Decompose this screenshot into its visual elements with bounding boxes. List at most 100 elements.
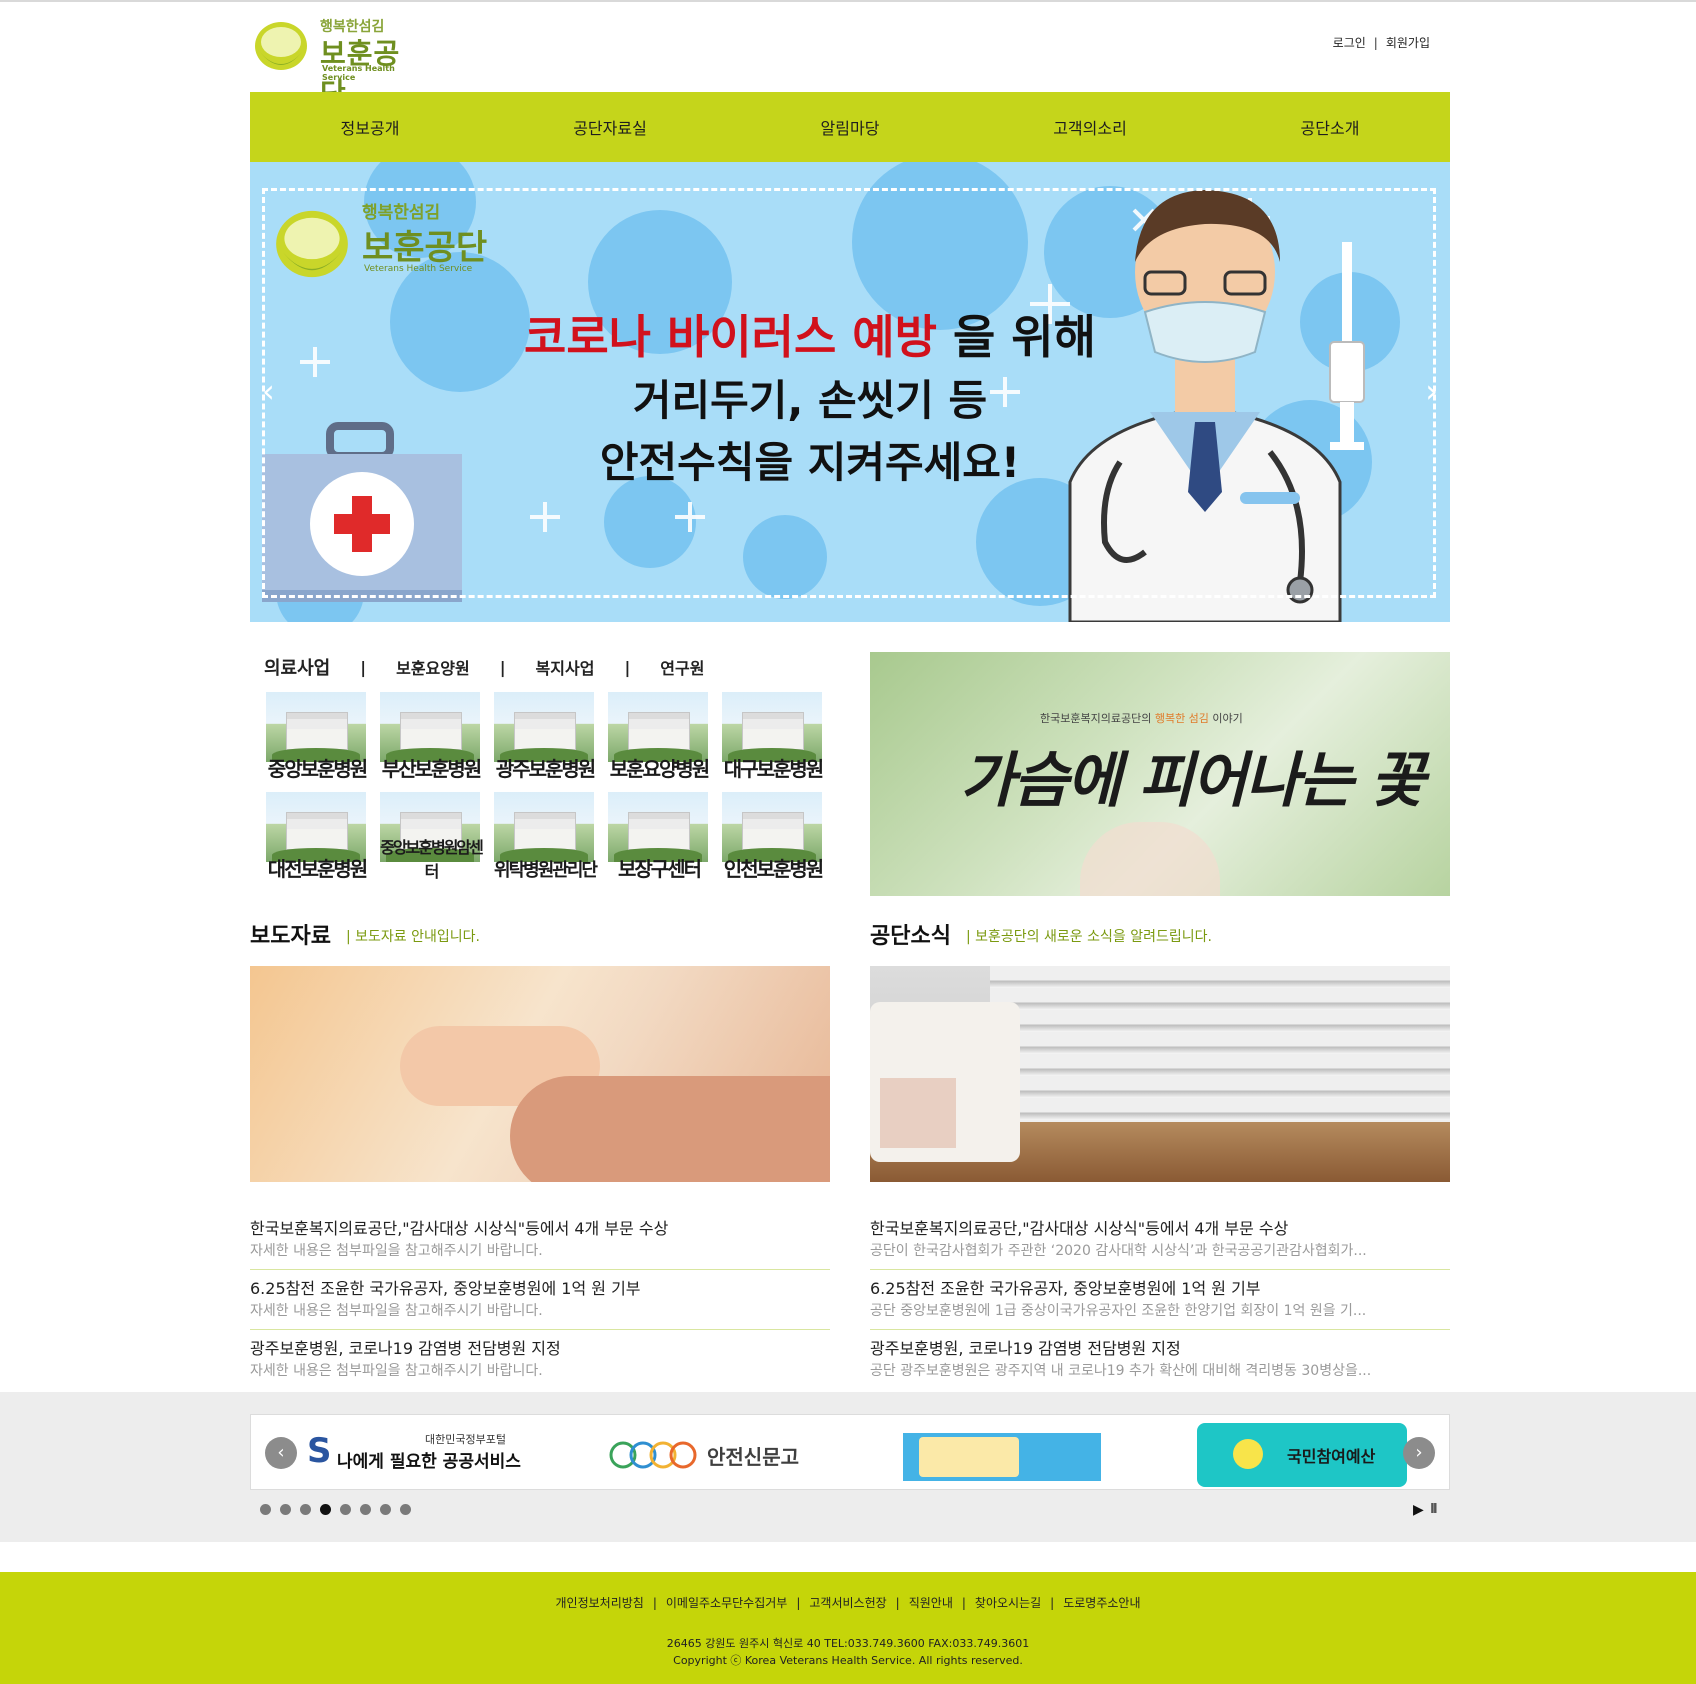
site-logo[interactable]: 행복한섬김 보훈공단 Veterans Health Service xyxy=(252,16,422,110)
partner-banner-campaign[interactable] xyxy=(903,1423,1101,1483)
hospital-card[interactable]: 대구보훈병원 xyxy=(716,688,830,788)
tab-welfare[interactable]: 복지사업 xyxy=(536,655,595,679)
partner-text: 안전신문고 xyxy=(707,1445,799,1469)
hero-banner: 행복한섬김 보훈공단 Veterans Health Service 코로나 바… xyxy=(250,162,1450,622)
press-item[interactable]: 한국보훈복지의료공단,"감사대상 시상식"등에서 4개 부문 수상 자세한 내용… xyxy=(250,1210,830,1270)
slider-next-button[interactable]: › xyxy=(1403,1437,1435,1469)
flower-title: 가슴에 피어나는 꽃 xyxy=(960,746,1425,816)
news-item-desc: 공단 중앙보훈병원에 1급 중상이국가유공자인 조윤한 한양기업 회장이 1억 … xyxy=(870,1303,1367,1319)
footer-links: 개인정보처리방침 | 이메일주소무단수집거부 | 고객서비스헌장 | 직원안내 | 찾아오시는길… xyxy=(0,1594,1696,1611)
press-item[interactable]: 광주보훈병원, 코로나19 감염병 전담병원 지정 자세한 내용은 첨부파일을 … xyxy=(250,1330,830,1390)
partner-text: 국민참여예산 xyxy=(1287,1447,1376,1466)
news-item[interactable]: 광주보훈병원, 코로나19 감염병 전담병원 지정 공단 광주보훈병원은 광주지… xyxy=(870,1330,1450,1390)
footer-link-staff[interactable]: 직원안내 xyxy=(909,1594,953,1611)
tab-medical[interactable]: 의료사업 xyxy=(264,654,330,680)
footer-link-directions[interactable]: 찾아오시는길 xyxy=(975,1594,1041,1611)
news-item-desc: 공단이 한국감사협회가 주관한 ‘2020 감사대학 시상식’과 한국공공기관감… xyxy=(870,1243,1367,1259)
footer-separator: | xyxy=(796,1596,801,1610)
banner-message: 코로나 바이러스 예방 을 위해 거리두기, 손씻기 등 안전수칙을 지켜주세요… xyxy=(520,304,1100,494)
slider-dot[interactable] xyxy=(340,1504,351,1515)
slider-dot-active[interactable] xyxy=(320,1504,331,1515)
press-list: 한국보훈복지의료공단,"감사대상 시상식"등에서 4개 부문 수상 자세한 내용… xyxy=(250,1210,830,1390)
auth-links: 로그인 | 회원가입 xyxy=(1333,34,1430,51)
banner-line1: 코로나 바이러스 예방 을 위해 xyxy=(520,304,1100,370)
news-item[interactable]: 6.25참전 조윤한 국가유공자, 중앙보훈병원에 1억 원 기부 공단 중앙보… xyxy=(870,1270,1450,1330)
slider-dot[interactable] xyxy=(260,1504,271,1515)
hospital-label: 대전보훈병원 xyxy=(267,857,368,881)
slider-dot[interactable] xyxy=(300,1504,311,1515)
banner-prev-arrow-icon[interactable]: ‹ xyxy=(262,372,275,410)
campaign-graphic xyxy=(919,1437,1019,1477)
hospital-card[interactable]: 대전보훈병원 xyxy=(260,788,374,888)
news-item-desc: 공단 광주보훈병원은 광주지역 내 코로나19 추가 확산에 대비해 격리병동 … xyxy=(870,1363,1372,1379)
hospital-label: 대구보훈병원 xyxy=(723,757,824,781)
hospital-label: 위탁병원관리단 xyxy=(494,860,598,881)
partner-banner-gov24[interactable]: S 대한민국정부포털 나에게 필요한 공공서비스 xyxy=(307,1423,557,1483)
footer-address: 26465 강원도 원주시 혁신로 40 TEL:033.749.3600 FA… xyxy=(666,1637,1030,1650)
press-item-desc: 자세한 내용은 첨부파일을 참고해주시기 바랍니다. xyxy=(250,1303,543,1319)
slider-dot[interactable] xyxy=(360,1504,371,1515)
footer-separator: | xyxy=(895,1596,900,1610)
footer-link-road-address[interactable]: 도로명주소안내 xyxy=(1063,1594,1140,1611)
hospital-card[interactable]: 부산보훈병원 xyxy=(374,688,488,788)
footer-link-charter[interactable]: 고객서비스헌장 xyxy=(809,1594,886,1611)
nav-item-voice[interactable]: 고객의소리 xyxy=(970,92,1210,162)
partner-banner-participatory-budget[interactable]: 국민참여예산 xyxy=(1197,1423,1407,1487)
hospital-card[interactable]: 중앙보훈병원 xyxy=(260,688,374,788)
banner-line1-rest: 을 위해 xyxy=(936,310,1096,364)
nav-item-archive[interactable]: 공단자료실 xyxy=(490,92,730,162)
news-photo xyxy=(870,966,1450,1182)
slider-dot[interactable] xyxy=(400,1504,411,1515)
press-item[interactable]: 6.25참전 조윤한 국가유공자, 중앙보훈병원에 1억 원 기부 자세한 내용… xyxy=(250,1270,830,1330)
news-item[interactable]: 한국보훈복지의료공단,"감사대상 시상식"등에서 4개 부문 수상 공단이 한국… xyxy=(870,1210,1450,1270)
hospital-card[interactable]: 보훈요양병원 xyxy=(602,688,716,788)
hospital-card[interactable]: 중앙보훈병원암센터 xyxy=(374,788,488,888)
nav-item-about[interactable]: 공단소개 xyxy=(1210,92,1450,162)
news-section-subtitle: | 보훈공단의 새로운 소식을 알려드립니다. xyxy=(966,929,1212,945)
auth-separator: | xyxy=(1373,36,1378,50)
hospital-card[interactable]: 광주보훈병원 xyxy=(488,688,602,788)
tab-separator: | xyxy=(360,657,367,677)
partner-caption: 대한민국정부포털 xyxy=(425,1433,506,1446)
pause-icon[interactable]: II xyxy=(1430,1502,1438,1517)
play-icon[interactable]: ▶ xyxy=(1413,1502,1424,1518)
signup-link[interactable]: 회원가입 xyxy=(1386,34,1430,51)
hospital-label: 광주보훈병원 xyxy=(495,757,596,781)
flower-story-banner[interactable]: 한국보훈복지의료공단의 행복한 섬김 이야기 가슴에 피어나는 꽃 xyxy=(870,652,1450,896)
hospital-card[interactable]: 위탁병원관리단 xyxy=(488,788,602,888)
slider-dots xyxy=(260,1504,411,1515)
hospital-card[interactable]: 인천보훈병원 xyxy=(716,788,830,888)
hospital-image xyxy=(608,792,708,862)
footer-link-email[interactable]: 이메일주소무단수집거부 xyxy=(666,1594,787,1611)
hospital-image xyxy=(266,792,366,862)
nav-item-notice[interactable]: 알림마당 xyxy=(730,92,970,162)
login-link[interactable]: 로그인 xyxy=(1333,34,1366,51)
flower-subtitle: 한국보훈복지의료공단의 행복한 섬김 이야기 xyxy=(1040,712,1243,725)
partner-banner-safety-report[interactable]: 안전신문고 xyxy=(607,1423,857,1483)
news-section-title: 공단소식 xyxy=(870,924,951,949)
slider-dot[interactable] xyxy=(380,1504,391,1515)
tab-separator: | xyxy=(499,657,506,677)
footer-link-privacy[interactable]: 개인정보처리방침 xyxy=(556,1594,644,1611)
hospital-card[interactable]: 보장구센터 xyxy=(602,788,716,888)
banner-logo: 행복한섬김 보훈공단 Veterans Health Service xyxy=(272,198,492,282)
banner-logo-english: Veterans Health Service xyxy=(364,264,473,274)
slider-dot[interactable] xyxy=(280,1504,291,1515)
hospital-image xyxy=(608,692,708,762)
banner-highlight: 코로나 바이러스 예방 xyxy=(524,310,937,364)
teabag-tag xyxy=(880,1078,956,1148)
banner-logo-emblem-icon xyxy=(276,210,348,278)
tab-research[interactable]: 연구원 xyxy=(660,655,704,679)
slider-prev-button[interactable]: ‹ xyxy=(265,1437,297,1469)
footer-separator: | xyxy=(961,1596,966,1610)
press-section-subtitle: | 보도자료 안내입니다. xyxy=(346,929,480,945)
logo-english: Veterans Health Service xyxy=(322,64,395,82)
tab-separator: | xyxy=(624,657,631,677)
hospital-image xyxy=(266,692,366,762)
tab-nursing[interactable]: 보훈요양원 xyxy=(396,655,470,679)
hospital-image xyxy=(722,692,822,762)
nav-item-info[interactable]: 정보공개 xyxy=(250,92,490,162)
press-item-title: 광주보훈병원, 코로나19 감염병 전담병원 지정 xyxy=(250,1339,561,1358)
hospital-label: 중앙보훈병원암센터 xyxy=(380,838,484,881)
banner-next-arrow-icon[interactable]: › xyxy=(1425,372,1438,410)
